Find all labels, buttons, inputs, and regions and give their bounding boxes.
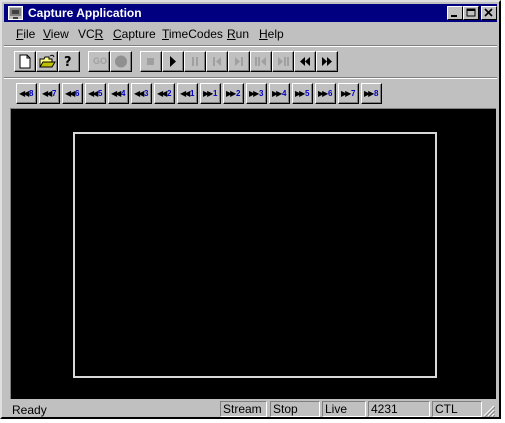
record-icon: [115, 55, 127, 68]
forward-speed-icon: ▶▶: [364, 89, 374, 98]
menu-bar: File View VCR Capture TimeCodes Run Help: [4, 24, 497, 44]
rewind-speed-2-button[interactable]: ◀◀ 2: [154, 83, 175, 104]
forward-speed-icon: ▶▶: [249, 89, 259, 98]
step-forward-button[interactable]: [228, 51, 250, 72]
forward-speed-1-button[interactable]: ▶▶ 1: [200, 83, 221, 104]
forward-speed-icon: ▶▶: [272, 89, 282, 98]
main-toolbar: ? GO: [4, 48, 497, 76]
forward-speed-6-button[interactable]: ▶▶ 6: [315, 83, 336, 104]
menu-view[interactable]: View: [43, 27, 69, 41]
forward-speed-2-button[interactable]: ▶▶ 2: [223, 83, 244, 104]
close-icon: [484, 8, 493, 17]
slow-back-button[interactable]: [250, 51, 272, 72]
stop-icon: [147, 58, 154, 65]
close-button[interactable]: [481, 6, 497, 20]
rewind-button[interactable]: [294, 51, 316, 72]
rewind-speed-4-button[interactable]: ◀◀ 4: [108, 83, 129, 104]
fast-forward-button[interactable]: [316, 51, 338, 72]
menu-timecodes[interactable]: TimeCodes: [162, 27, 223, 41]
step-forward-icon: [235, 57, 243, 66]
slow-forward-icon: [278, 57, 289, 66]
forward-speed-5-button[interactable]: ▶▶ 5: [292, 83, 313, 104]
record-button[interactable]: [110, 51, 132, 72]
rewind-speed-5-button[interactable]: ◀◀ 5: [85, 83, 106, 104]
rewind-speed-1-button[interactable]: ◀◀ 1: [177, 83, 198, 104]
video-preview[interactable]: [10, 108, 496, 399]
new-document-icon: [19, 54, 31, 69]
status-bar: Ready Stream Stop Live 4231 CTL: [4, 400, 497, 419]
play-button[interactable]: [162, 51, 184, 72]
svg-text:?: ?: [64, 55, 72, 70]
forward-speed-4-button[interactable]: ▶▶ 4: [269, 83, 290, 104]
rewind-speed-icon: ◀◀: [111, 89, 121, 98]
rewind-speed-3-button[interactable]: ◀◀ 3: [131, 83, 152, 104]
menu-capture[interactable]: Capture: [113, 27, 156, 41]
rewind-speed-7-button[interactable]: ◀◀ 7: [39, 83, 60, 104]
go-button[interactable]: GO: [88, 51, 110, 72]
step-back-icon: [213, 57, 221, 66]
forward-speed-icon: ▶▶: [203, 89, 213, 98]
menu-file[interactable]: File: [16, 27, 35, 41]
capture-frame: [73, 132, 437, 378]
menu-view-mnemonic: V: [43, 27, 51, 41]
app-icon[interactable]: [8, 6, 23, 20]
forward-speed-8-button[interactable]: ▶▶ 8: [361, 83, 382, 104]
status-message: Ready: [12, 403, 47, 417]
rewind-speed-icon: ◀◀: [134, 89, 144, 98]
minimize-button[interactable]: [447, 6, 463, 20]
maximize-button[interactable]: [463, 6, 479, 20]
stop-button[interactable]: [140, 51, 162, 72]
minimize-icon: [451, 15, 457, 17]
toolbar-separator: [4, 77, 497, 79]
status-mode-panel: Stream: [220, 401, 267, 417]
help-question-icon: ?: [64, 55, 72, 70]
app-window: Capture Application File View VCR Captur…: [0, 0, 501, 419]
go-label: GO: [92, 56, 107, 66]
menu-separator: [4, 45, 497, 47]
open-folder-icon: [39, 54, 56, 68]
title-bar[interactable]: Capture Application: [4, 4, 497, 22]
step-back-button[interactable]: [206, 51, 228, 72]
rewind-speed-icon: ◀◀: [180, 89, 190, 98]
rewind-speed-icon: ◀◀: [88, 89, 98, 98]
status-control-panel: CTL: [432, 401, 482, 417]
menu-run-mnemonic: R: [227, 27, 236, 41]
menu-run[interactable]: Run: [227, 27, 249, 41]
rewind-speed-icon: ◀◀: [65, 89, 75, 98]
rewind-speed-8-button[interactable]: ◀◀ 8: [16, 83, 37, 104]
menu-timecodes-mnemonic: T: [162, 27, 169, 41]
rewind-speed-icon: ◀◀: [42, 89, 52, 98]
menu-vcr-mnemonic: R: [94, 27, 104, 41]
menu-help-mnemonic: H: [259, 27, 268, 41]
menu-vcr[interactable]: VCR: [78, 27, 103, 41]
rewind-speed-6-button[interactable]: ◀◀ 6: [62, 83, 83, 104]
pause-icon: [192, 57, 198, 66]
speed-toolbar: ◀◀ 8 ◀◀ 7 ◀◀ 6 ◀◀ 5 ◀◀ 4 ◀◀ 3 ◀◀ 2 ◀◀ 1 ▶▶ 1 ▶▶ 2 …: [4, 80, 497, 108]
fast-forward-icon: [322, 57, 332, 66]
forward-speed-7-button[interactable]: ▶▶ 7: [338, 83, 359, 104]
resize-grip-icon[interactable]: [483, 405, 495, 417]
forward-speed-3-button[interactable]: ▶▶ 3: [246, 83, 267, 104]
rewind-speed-icon: ◀◀: [157, 89, 167, 98]
rewind-speed-icon: ◀◀: [19, 89, 29, 98]
forward-speed-icon: ▶▶: [318, 89, 328, 98]
status-source-panel: Live: [322, 401, 366, 417]
status-frame-panel: 4231: [368, 401, 430, 417]
rewind-icon: [300, 57, 310, 66]
help-button[interactable]: ?: [58, 51, 80, 72]
menu-capture-mnemonic: C: [113, 27, 122, 41]
forward-speed-icon: ▶▶: [341, 89, 351, 98]
window-title: Capture Application: [28, 6, 142, 20]
slow-forward-button[interactable]: [272, 51, 294, 72]
maximize-icon: [466, 8, 476, 17]
new-button[interactable]: [14, 51, 36, 72]
play-icon: [170, 56, 176, 67]
status-state-panel: Stop: [270, 401, 320, 417]
slow-back-icon: [255, 57, 266, 66]
forward-speed-icon: ▶▶: [226, 89, 236, 98]
menu-help[interactable]: Help: [259, 27, 284, 41]
open-button[interactable]: [36, 51, 58, 72]
pause-button[interactable]: [184, 51, 206, 72]
forward-speed-icon: ▶▶: [295, 89, 305, 98]
